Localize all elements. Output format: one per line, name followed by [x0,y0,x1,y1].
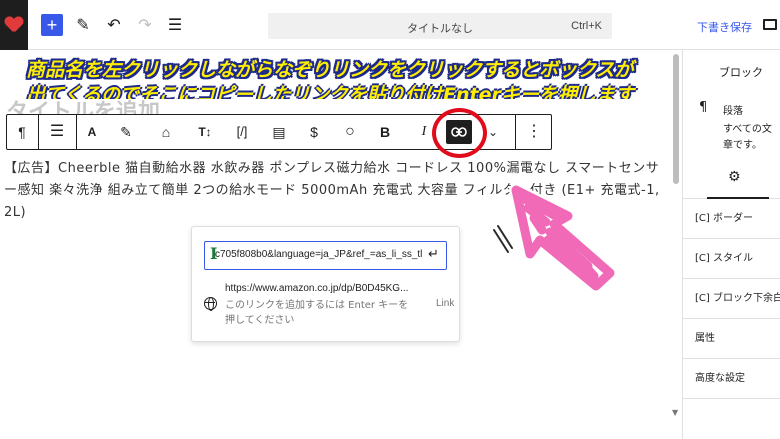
toolbar-divider [76,115,77,149]
text-cursor-icon: I [210,244,218,263]
link-url-input[interactable]: c705f808b0&language=ja_JP&ref_=as_li_ss_… [204,241,447,270]
document-title: タイトルなし [407,23,473,35]
pen-icon[interactable]: ✎ [72,14,94,36]
suggestion-hint: このリンクを追加するには Enter キーを押してください [225,300,409,326]
panel-block-margin[interactable]: [C] ブロック下余白 [683,279,780,319]
tab-block[interactable]: ブロック [719,64,763,80]
settings-sidebar: ブロック ¶ 段落 すべての文章です。 ⚙ [C] ボーダー [C] スタイル … [682,50,780,439]
panel-border[interactable]: [C] ボーダー [683,199,780,239]
top-toolbar: + ✎ ↶ ↷ ☰ タイトルなし Ctrl+K 下書き保存 [0,0,780,50]
text-size-icon[interactable]: T↕ [190,115,220,149]
dollar-icon[interactable]: $ [301,115,327,149]
instruction-banner-line1: 商品名を左クリックしながらなぞりリンクをクリックするとボックスが [26,59,634,81]
heart-logo-icon [5,17,23,33]
shortcode-icon[interactable]: [/] [227,115,257,149]
panel-advanced[interactable]: 高度な設定 [683,359,780,399]
block-name: 段落 [723,106,743,117]
document-icon[interactable]: ▤ [266,115,292,149]
link-popover: c705f808b0&language=ja_JP&ref_=as_li_ss_… [191,226,460,342]
editor-screen: + ✎ ↶ ↷ ☰ タイトルなし Ctrl+K 下書き保存 ブロック ¶ 段落 … [0,0,780,439]
save-draft-button[interactable]: 下書き保存 [697,19,752,35]
highlight-circle [432,108,487,158]
globe-icon [204,297,217,311]
font-icon[interactable]: A [79,115,105,149]
panel-attributes[interactable]: 属性 [683,319,780,359]
command-shortcut: Ctrl+K [571,20,602,32]
suggestion-type: Link [436,298,455,309]
more-options-icon[interactable]: ⋮ [522,115,546,149]
paragraph-icon: ¶ [699,100,708,115]
circle-icon[interactable]: ○ [337,115,363,149]
tag-icon[interactable]: ⌂ [153,115,179,149]
desktop-view-icon[interactable] [763,19,777,30]
add-block-button[interactable]: + [41,14,63,36]
align-icon[interactable]: ☰ [42,115,72,149]
paragraph-icon[interactable]: ¶ [7,115,37,149]
enter-icon[interactable]: ↵ [428,247,439,262]
site-logo[interactable] [0,0,28,50]
gear-icon[interactable]: ⚙ [728,169,741,185]
instruction-banner-line2: 出てくるのでそこにコピーしたリンクを貼り付けEnterキーを押します [26,84,634,99]
highlighter-icon[interactable]: ✎ [113,115,139,149]
sidebar-tabs: ⚙ [683,159,780,199]
suggestion-url: https://www.amazon.co.jp/dp/B0D45KG... [225,283,409,294]
command-palette[interactable]: タイトルなし Ctrl+K [268,13,612,39]
list-view-icon[interactable]: ☰ [164,14,186,36]
scroll-down-icon[interactable]: ▼ [672,408,678,417]
block-description: すべての文章です。 [723,124,772,151]
pink-arrow-annotation [493,183,617,293]
toolbar-divider [515,115,516,149]
bold-icon[interactable]: B [372,115,398,149]
link-suggestion[interactable]: https://www.amazon.co.jp/dp/B0D45KG... こ… [192,277,459,337]
undo-icon[interactable]: ↶ [103,14,125,36]
redo-icon[interactable]: ↷ [134,14,156,36]
panel-style[interactable]: [C] スタイル [683,239,780,279]
toolbar-divider [38,115,39,149]
